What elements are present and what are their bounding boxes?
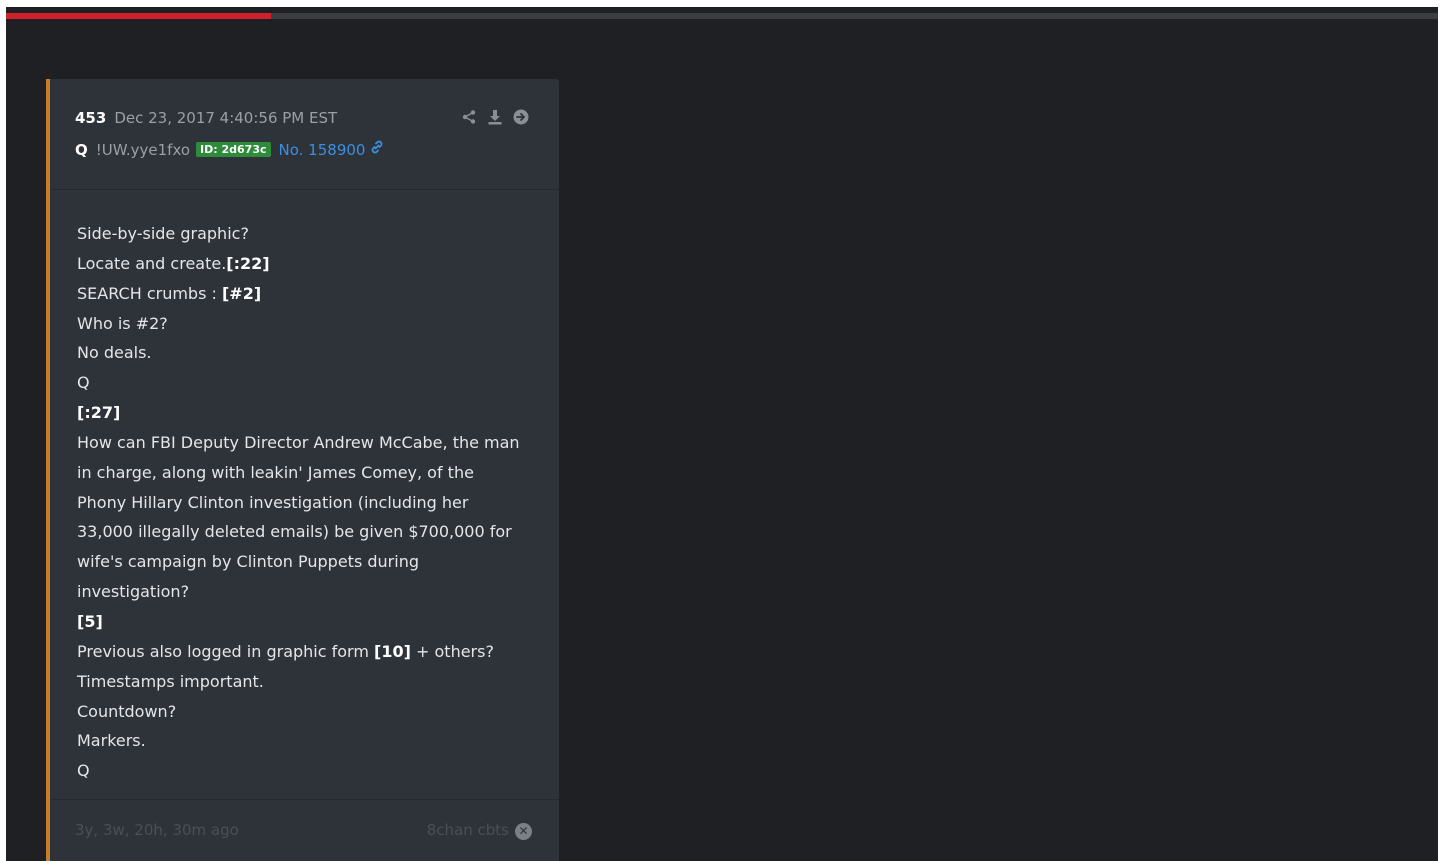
post-reference: [:27] bbox=[77, 403, 121, 423]
post-text: Timestamps important. bbox=[77, 671, 264, 691]
post-text: 33,000 illegally deleted emails) be give… bbox=[77, 522, 512, 542]
post-card: 453 Dec 23, 2017 4:40:56 PM EST Q !UW.yye1… bbox=[46, 79, 559, 861]
link-icon[interactable] bbox=[369, 139, 385, 159]
post-text: No deals. bbox=[77, 343, 152, 363]
post-text: Markers. bbox=[77, 731, 146, 751]
post-source: 8chan cbts bbox=[426, 821, 509, 839]
post-text: Previous also logged in graphic form bbox=[77, 641, 375, 661]
page-frame: 453 Dec 23, 2017 4:40:56 PM EST Q !UW.yye1… bbox=[6, 7, 1438, 861]
post-author-line: Q !UW.yye1fxo ID: 2d673c No. 158900 bbox=[75, 139, 385, 159]
post-text: Side-by-side graphic? bbox=[77, 224, 249, 243]
next-arrow-icon[interactable] bbox=[513, 109, 529, 125]
post-tripcode: !UW.yye1fxo bbox=[95, 141, 191, 159]
download-icon[interactable] bbox=[487, 109, 503, 125]
post-text-line: No deals. bbox=[77, 338, 539, 368]
post-reference: [#2] bbox=[221, 283, 262, 303]
post-text-line: Who is #2? bbox=[77, 309, 539, 339]
post-actions bbox=[461, 109, 529, 125]
post-footer: 3y, 3w, 20h, 30m ago 8chan cbts ✕ bbox=[50, 799, 559, 861]
post-number: 453 bbox=[75, 109, 107, 127]
post-reference: [10] bbox=[374, 641, 411, 661]
post-text: wife's campaign by Clinton Puppets durin… bbox=[77, 552, 419, 572]
post-reference: [5] bbox=[77, 611, 103, 631]
post-author: Q bbox=[75, 141, 88, 159]
post-text-line: Side-by-side graphic? bbox=[77, 219, 539, 249]
close-circle-icon[interactable]: ✕ bbox=[515, 823, 532, 840]
post-text-line: investigation? bbox=[77, 577, 539, 607]
post-text-line: [:27] bbox=[77, 398, 539, 428]
post-text: investigation? bbox=[77, 582, 190, 602]
post-text-line: Locate and create.[:22] bbox=[77, 249, 539, 279]
post-text-line: Countdown? bbox=[77, 697, 539, 727]
post-text-line: 33,000 illegally deleted emails) be give… bbox=[77, 517, 539, 547]
post-text-line: SEARCH crumbs : [#2] bbox=[77, 279, 539, 309]
post-text: Who is #2? bbox=[77, 313, 168, 333]
post-text-line: Q bbox=[77, 368, 539, 398]
post-text-line: in charge, along with leakin' James Come… bbox=[77, 458, 539, 488]
post-text-line: How can FBI Deputy Director Andrew McCab… bbox=[77, 428, 539, 458]
post-number-link[interactable]: No. 158900 bbox=[279, 141, 366, 159]
post-text: + others? bbox=[410, 641, 494, 661]
post-reference: [:22] bbox=[226, 253, 270, 273]
post-text: in charge, along with leakin' James Come… bbox=[77, 462, 474, 482]
post-text: How can FBI Deputy Director Andrew McCab… bbox=[77, 432, 520, 452]
post-text-line: Phony Hillary Clinton investigation (inc… bbox=[77, 488, 539, 518]
post-age: 3y, 3w, 20h, 30m ago bbox=[75, 821, 239, 839]
post-text: Locate and create. bbox=[77, 253, 227, 273]
progress-bar-fill bbox=[6, 13, 271, 19]
share-icon[interactable] bbox=[461, 109, 477, 125]
post-meta-line: 453 Dec 23, 2017 4:40:56 PM EST bbox=[75, 109, 337, 127]
post-body: Side-by-side graphic? Locate and create.[… bbox=[77, 219, 539, 786]
post-text: Q bbox=[77, 373, 90, 393]
post-header: 453 Dec 23, 2017 4:40:56 PM EST Q !UW.yye1… bbox=[50, 79, 559, 190]
post-timestamp: Dec 23, 2017 4:40:56 PM EST bbox=[114, 109, 338, 127]
id-badge: ID: 2d673c bbox=[196, 142, 271, 157]
post-text: Q bbox=[77, 761, 90, 781]
post-text: Countdown? bbox=[77, 701, 177, 721]
post-text-line: Previous also logged in graphic form [10… bbox=[77, 637, 539, 667]
post-text-line: Q bbox=[77, 756, 539, 786]
post-text-line: [5] bbox=[77, 607, 539, 637]
post-text-line: wife's campaign by Clinton Puppets durin… bbox=[77, 547, 539, 577]
post-text-line: Timestamps important. bbox=[77, 667, 539, 697]
post-text: Phony Hillary Clinton investigation (inc… bbox=[77, 492, 469, 512]
post-text-line: Markers. bbox=[77, 726, 539, 756]
progress-bar bbox=[6, 13, 1438, 19]
post-text: SEARCH crumbs : bbox=[77, 283, 222, 303]
